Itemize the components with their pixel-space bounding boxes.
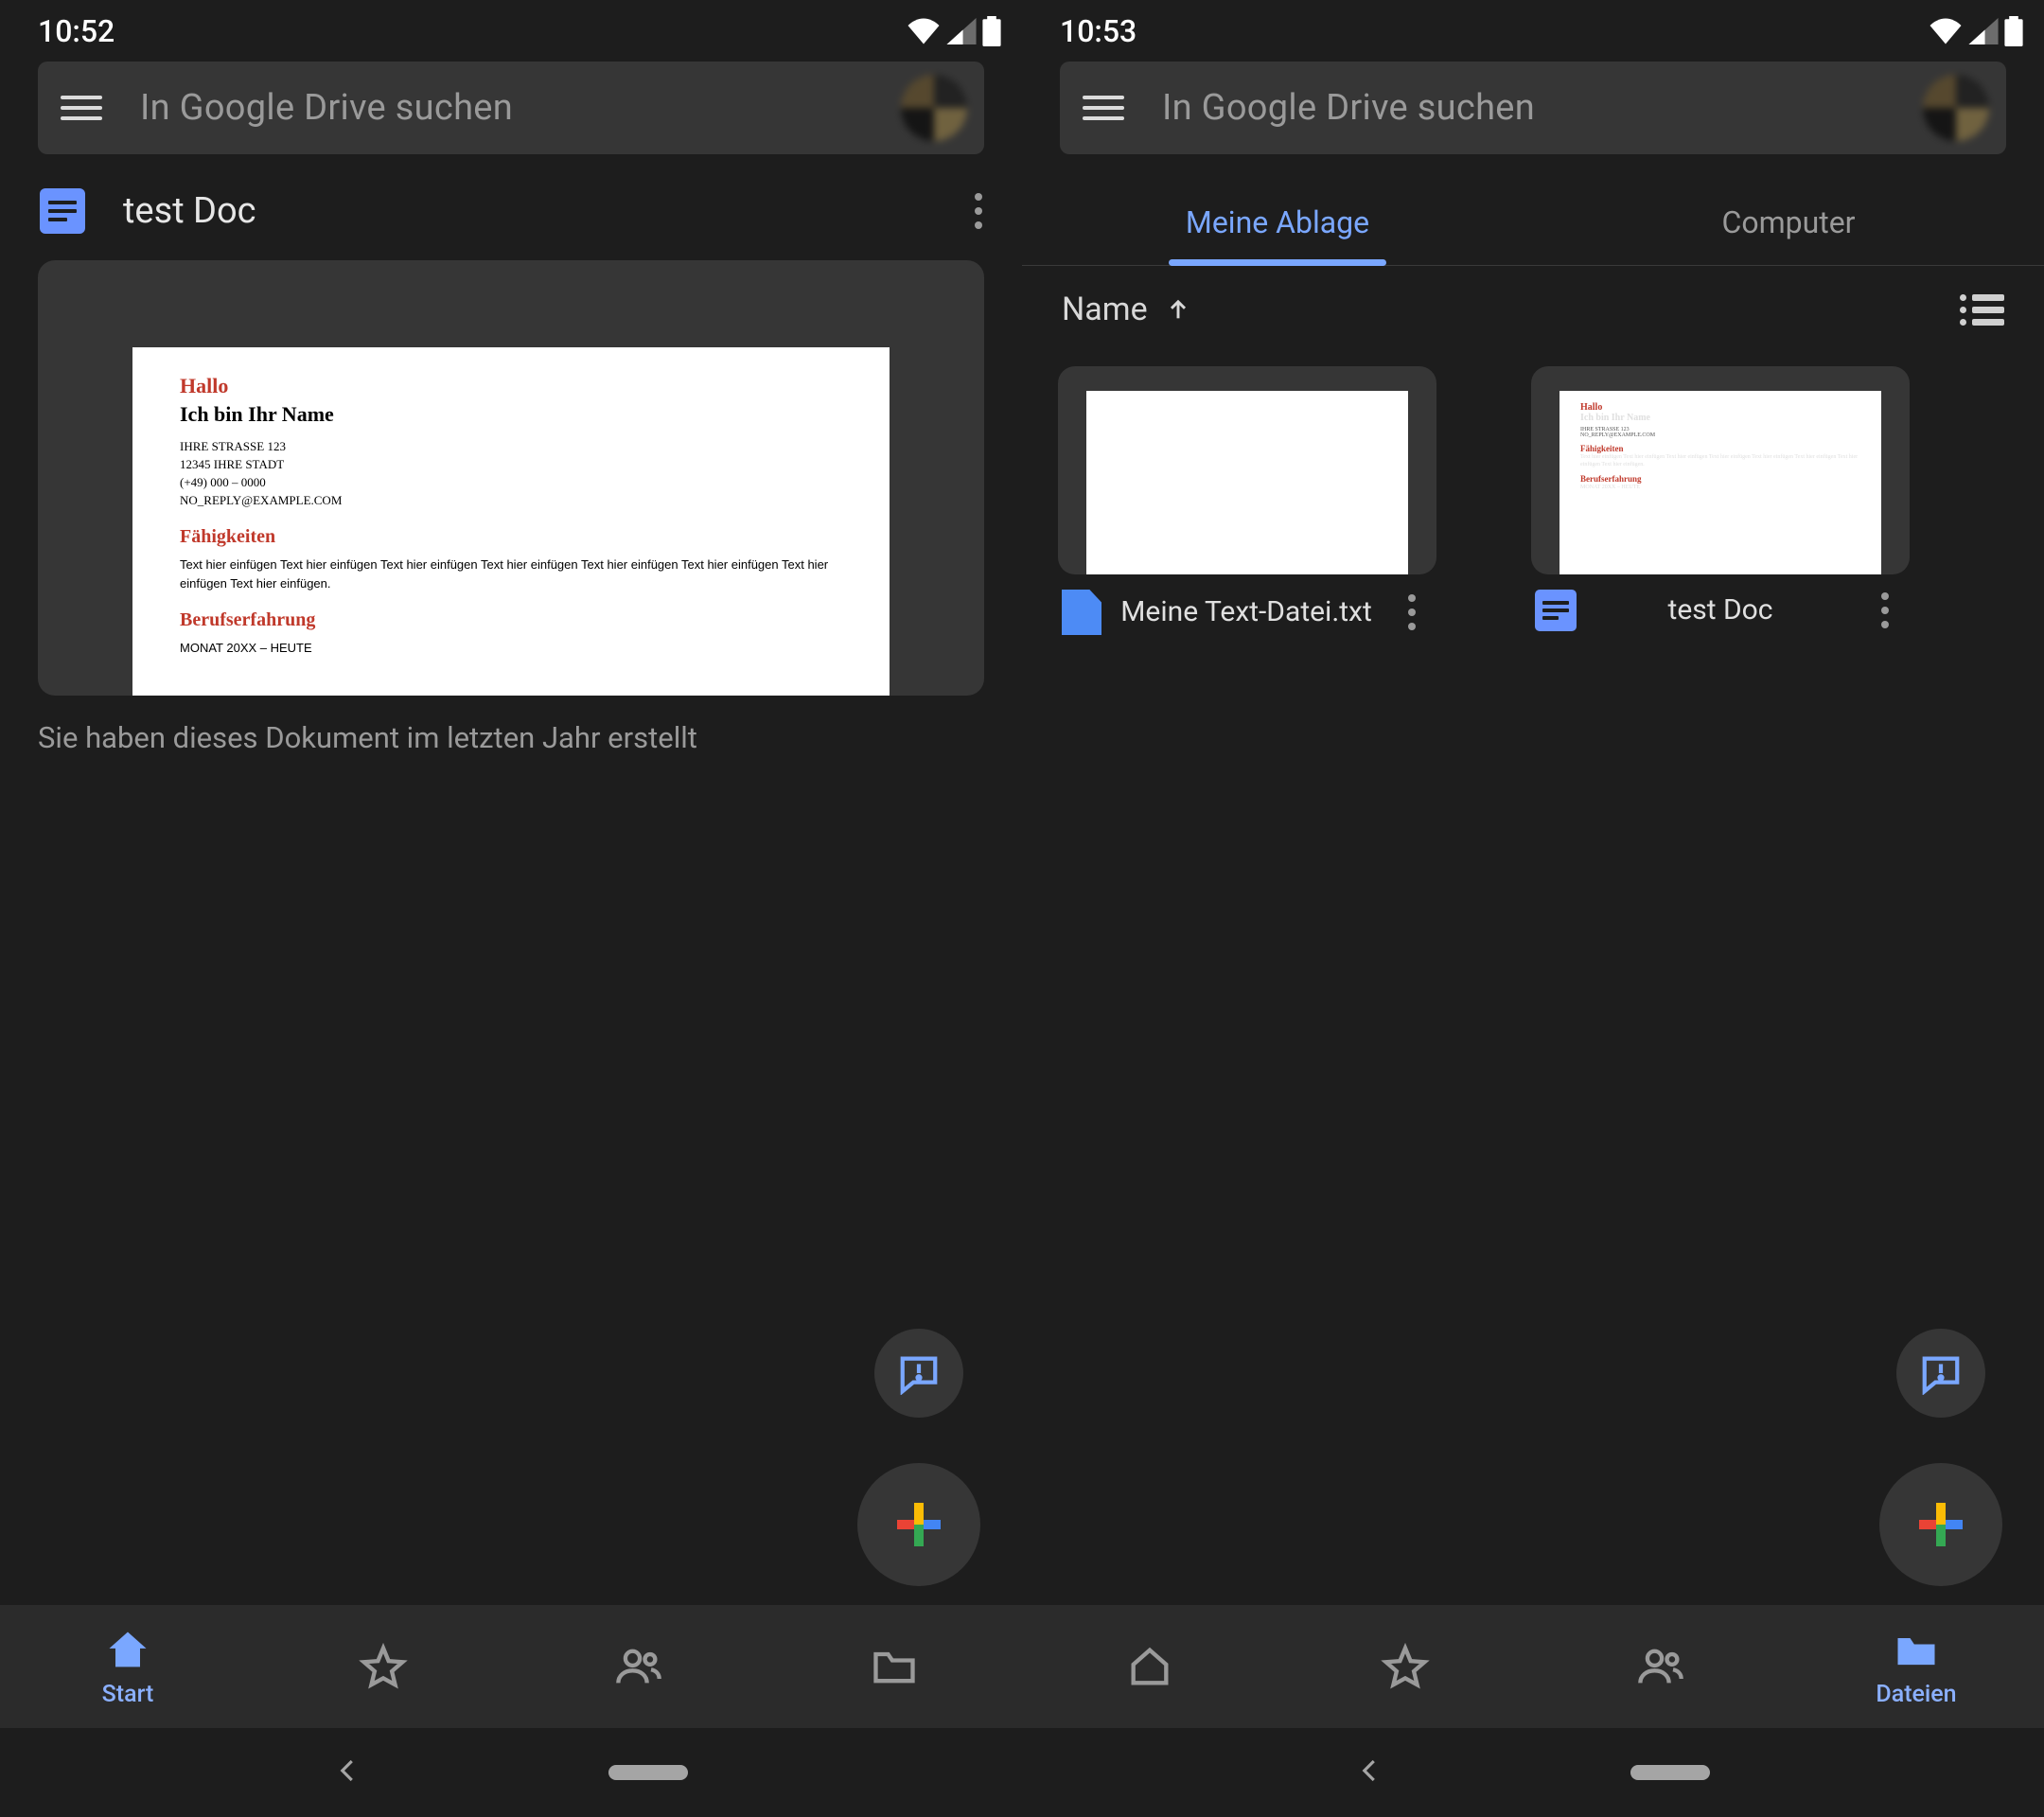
menu-icon[interactable] xyxy=(61,87,102,129)
file-name: test Doc xyxy=(1577,592,1864,628)
file-item-txt[interactable]: Meine Text-Datei.txt xyxy=(1058,366,1436,635)
screen-home: 10:52 In Google Drive suchen test Doc Ha… xyxy=(0,0,1022,1817)
tab-computer[interactable]: Computer xyxy=(1533,179,2044,265)
file-item-doc[interactable]: Hallo Ich bin Ihr Name IHRE STRASSE 123 … xyxy=(1531,366,1910,635)
folder-icon xyxy=(1892,1626,1941,1675)
battery-icon xyxy=(982,16,1001,46)
status-icons xyxy=(907,16,1001,46)
fab-stack xyxy=(857,1329,980,1586)
file-meta: test Doc xyxy=(1531,574,1910,631)
status-time: 10:52 xyxy=(38,13,115,49)
nav-files[interactable]: Dateien xyxy=(1788,1605,2044,1728)
feedback-fab[interactable] xyxy=(1896,1329,1985,1418)
view-toggle-list-icon[interactable] xyxy=(1960,294,2004,326)
status-bar: 10:52 xyxy=(0,0,1022,62)
account-avatar[interactable] xyxy=(1923,75,1989,141)
suggestion-preview[interactable]: Hallo Ich bin Ihr Name IHRE STRASSE 123 … xyxy=(38,260,984,696)
more-options-icon[interactable] xyxy=(958,190,999,232)
feedback-icon xyxy=(897,1351,941,1395)
nav-starred[interactable] xyxy=(256,1605,511,1728)
create-fab[interactable] xyxy=(857,1463,980,1586)
system-home-pill[interactable] xyxy=(1630,1765,1710,1780)
nav-home-label: Start xyxy=(102,1681,154,1708)
nav-home[interactable] xyxy=(1022,1605,1278,1728)
menu-icon[interactable] xyxy=(1083,87,1124,129)
bottom-nav: Dateien xyxy=(1022,1605,2044,1728)
document-preview: Hallo Ich bin Ihr Name IHRE STRASSE 123 … xyxy=(132,347,890,696)
sort-row: Name xyxy=(1022,266,2044,366)
nav-shared[interactable] xyxy=(511,1605,766,1728)
feedback-fab[interactable] xyxy=(874,1329,963,1418)
tab-my-drive[interactable]: Meine Ablage xyxy=(1022,179,1533,265)
file-more-icon[interactable] xyxy=(1391,591,1433,633)
nav-files[interactable] xyxy=(766,1605,1022,1728)
file-name: Meine Text-Datei.txt xyxy=(1101,594,1391,630)
file-more-icon[interactable] xyxy=(1864,590,1906,631)
status-icons xyxy=(1929,16,2023,46)
sort-ascending-icon[interactable] xyxy=(1165,296,1191,323)
file-grid: Meine Text-Datei.txt Hallo Ich bin Ihr N… xyxy=(1022,366,2044,635)
search-placeholder: In Google Drive suchen xyxy=(1162,87,1923,129)
docs-icon xyxy=(1535,590,1577,631)
text-file-icon xyxy=(1062,590,1101,635)
search-bar[interactable]: In Google Drive suchen xyxy=(38,62,984,154)
wifi-icon xyxy=(907,18,941,44)
drive-tabs: Meine Ablage Computer xyxy=(1022,179,2044,266)
home-icon xyxy=(103,1626,152,1675)
file-thumbnail: Hallo Ich bin Ihr Name IHRE STRASSE 123 … xyxy=(1531,366,1910,574)
file-meta: Meine Text-Datei.txt xyxy=(1058,574,1436,635)
sort-label[interactable]: Name xyxy=(1062,291,1148,328)
suggestion-caption: Sie haben dieses Dokument im letzten Jah… xyxy=(0,696,1022,780)
wifi-icon xyxy=(1929,18,1963,44)
fab-stack xyxy=(1879,1329,2002,1586)
signal-icon xyxy=(946,18,977,44)
nav-files-label: Dateien xyxy=(1876,1681,1956,1708)
nav-starred[interactable] xyxy=(1278,1605,1533,1728)
home-icon xyxy=(1125,1642,1174,1691)
plus-icon xyxy=(1919,1503,1963,1546)
search-container: In Google Drive suchen xyxy=(1022,62,2044,179)
star-icon xyxy=(1381,1642,1430,1691)
star-icon xyxy=(359,1642,408,1691)
nav-shared[interactable] xyxy=(1533,1605,1788,1728)
system-back[interactable] xyxy=(334,1756,362,1789)
battery-icon xyxy=(2004,16,2023,46)
system-nav xyxy=(0,1728,1022,1817)
status-time: 10:53 xyxy=(1060,13,1137,49)
file-thumbnail xyxy=(1058,366,1436,574)
account-avatar[interactable] xyxy=(901,75,967,141)
people-icon xyxy=(614,1642,663,1691)
folder-icon xyxy=(870,1642,919,1691)
suggestion-title: test Doc xyxy=(123,190,256,232)
docs-icon xyxy=(40,188,85,234)
screen-files: 10:53 In Google Drive suchen Meine Ablag… xyxy=(1022,0,2044,1817)
feedback-icon xyxy=(1919,1351,1963,1395)
system-home-pill[interactable] xyxy=(608,1765,688,1780)
nav-home[interactable]: Start xyxy=(0,1605,256,1728)
plus-icon xyxy=(897,1503,941,1546)
search-container: In Google Drive suchen xyxy=(0,62,1022,179)
suggestion-header: test Doc xyxy=(0,179,1022,249)
create-fab[interactable] xyxy=(1879,1463,2002,1586)
system-back[interactable] xyxy=(1356,1756,1384,1789)
status-bar: 10:53 xyxy=(1022,0,2044,62)
search-placeholder: In Google Drive suchen xyxy=(140,87,901,129)
system-nav xyxy=(1022,1728,2044,1817)
bottom-nav: Start xyxy=(0,1605,1022,1728)
signal-icon xyxy=(1968,18,1999,44)
people-icon xyxy=(1636,1642,1685,1691)
search-bar[interactable]: In Google Drive suchen xyxy=(1060,62,2006,154)
